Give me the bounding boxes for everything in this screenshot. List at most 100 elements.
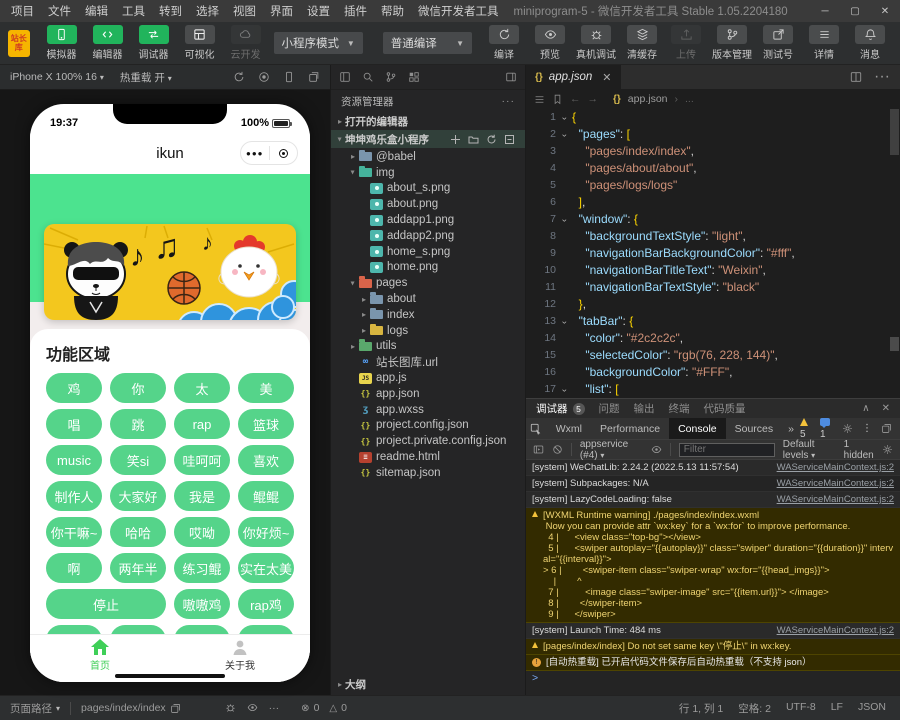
clear-console-icon[interactable] bbox=[552, 444, 563, 455]
tree-item-about.png[interactable]: ▸about.png bbox=[331, 196, 525, 212]
app-button-大家好[interactable]: 大家好 bbox=[110, 481, 166, 511]
menu-item[interactable]: 编辑 bbox=[78, 3, 115, 19]
menu-item[interactable]: 项目 bbox=[4, 3, 41, 19]
files-icon[interactable] bbox=[339, 71, 351, 83]
fold-icon[interactable]: › bbox=[556, 381, 572, 398]
more-actions-icon[interactable]: ··· bbox=[874, 68, 890, 86]
toolbar-button-phone[interactable]: 模拟器 bbox=[40, 25, 84, 61]
code-line[interactable]: 11 "navigationBarTextStyle": "black" bbox=[526, 279, 900, 296]
minimize-button[interactable]: ─ bbox=[810, 0, 840, 22]
git-icon[interactable] bbox=[385, 71, 397, 83]
tree-item-readme.html[interactable]: ▸≡readme.html bbox=[331, 449, 525, 465]
menu-item[interactable]: 转到 bbox=[152, 3, 189, 19]
phone-tab-关于我[interactable]: 关于我 bbox=[170, 635, 310, 674]
toolbar-button-eye[interactable]: 预览 bbox=[528, 25, 572, 61]
toolbar-button-menu[interactable]: 详情 bbox=[802, 25, 846, 61]
code-line[interactable]: 12 }, bbox=[526, 296, 900, 313]
tree-item-app.wxss[interactable]: ▸ʒapp.wxss bbox=[331, 402, 525, 418]
tab-app-json[interactable]: {} app.json ✕ bbox=[526, 65, 621, 89]
app-button-篮球[interactable]: 篮球 bbox=[238, 409, 294, 439]
bookmark-icon[interactable] bbox=[552, 94, 563, 105]
tree-item-utils[interactable]: ▸utils bbox=[331, 339, 525, 355]
app-button-哈哈[interactable]: 哈哈 bbox=[110, 517, 166, 547]
app-button-美[interactable]: 美 bbox=[238, 373, 294, 403]
tree-item-about_s.png[interactable]: ▸about_s.png bbox=[331, 181, 525, 197]
debugger-tab-问题[interactable]: 问题 bbox=[599, 401, 620, 416]
code-line[interactable]: 9 "navigationBarBackgroundColor": "#fff"… bbox=[526, 245, 900, 262]
fold-icon[interactable]: › bbox=[556, 313, 572, 330]
app-button-rap[interactable]: rap bbox=[174, 409, 230, 439]
fold-icon[interactable]: › bbox=[556, 211, 572, 228]
code-line[interactable]: 15 "selectedColor": "rgb(76, 228, 144)", bbox=[526, 347, 900, 364]
refresh-icon[interactable] bbox=[486, 134, 497, 145]
toolbar-button-share[interactable]: 测试号 bbox=[756, 25, 800, 61]
app-button-喜欢[interactable]: 喜欢 bbox=[238, 445, 294, 475]
app-button-跳[interactable]: 跳 bbox=[110, 409, 166, 439]
app-button-我是[interactable]: 我是 bbox=[174, 481, 230, 511]
extensions-icon[interactable] bbox=[408, 71, 420, 83]
menu-item[interactable]: 微信开发者工具 bbox=[411, 3, 506, 19]
context-select[interactable]: appservice (#4) ▾ bbox=[580, 439, 643, 461]
menu-item[interactable]: 视图 bbox=[226, 3, 263, 19]
more-menu-icon[interactable]: ●●● bbox=[241, 149, 269, 158]
menu-item[interactable]: 界面 bbox=[263, 3, 300, 19]
mode-select[interactable]: 小程序模式▼ bbox=[274, 32, 363, 54]
multi-window-icon[interactable] bbox=[308, 71, 320, 83]
devtools-tab-Console[interactable]: Console bbox=[669, 418, 726, 439]
code-line[interactable]: 17› "list": [ bbox=[526, 381, 900, 398]
close-button[interactable]: ✕ bbox=[870, 0, 900, 22]
menu-item[interactable]: 选择 bbox=[189, 3, 226, 19]
warning-count[interactable]: △0 bbox=[329, 702, 347, 714]
code-line[interactable]: 7› "window": { bbox=[526, 211, 900, 228]
statusbar-item-行 1, 列 1[interactable]: 行 1, 列 1 bbox=[679, 701, 723, 716]
phone-tab-首页[interactable]: 首页 bbox=[30, 635, 170, 674]
toolbar-button-swap[interactable]: 调试器 bbox=[132, 25, 176, 61]
app-button-你[interactable]: 你 bbox=[110, 373, 166, 403]
tree-item-addapp2.png[interactable]: ▸addapp2.png bbox=[331, 228, 525, 244]
tree-item-app.js[interactable]: ▸JSapp.js bbox=[331, 370, 525, 386]
kebab-menu-icon[interactable]: ⋮ bbox=[862, 423, 872, 434]
app-button-鸡[interactable]: 鸡 bbox=[46, 373, 102, 403]
code-line[interactable]: 6 ], bbox=[526, 194, 900, 211]
copy-icon[interactable] bbox=[170, 703, 181, 714]
new-folder-icon[interactable] bbox=[468, 134, 479, 145]
tree-item-about[interactable]: ▸about bbox=[331, 291, 525, 307]
forward-arrow-icon[interactable]: → bbox=[588, 93, 599, 105]
fold-icon[interactable]: › bbox=[556, 109, 572, 126]
app-button-练习鲲[interactable]: 练习鲲 bbox=[174, 553, 230, 583]
toolbar-button-bell[interactable]: 消息 bbox=[848, 25, 892, 61]
log-source-link[interactable]: WAServiceMainContext.js:2 bbox=[777, 462, 894, 473]
app-button-鲲鲲[interactable]: 鲲鲲 bbox=[238, 481, 294, 511]
code-line[interactable]: 16 "backgroundColor": "#FFF", bbox=[526, 364, 900, 381]
toolbar-button-code[interactable]: 编辑器 bbox=[86, 25, 130, 61]
toolbar-button-branch[interactable]: 版本管理 bbox=[710, 25, 754, 61]
app-button-唱[interactable]: 唱 bbox=[46, 409, 102, 439]
code-line[interactable]: 5 "pages/logs/logs" bbox=[526, 177, 900, 194]
menu-item[interactable]: 设置 bbox=[300, 3, 337, 19]
menu-item[interactable]: 帮助 bbox=[374, 3, 411, 19]
console-logs[interactable]: [system] WeChatLib: 2.24.2 (2022.5.13 11… bbox=[526, 460, 900, 695]
code-editor[interactable]: 1›{2› "pages": [3 "pages/index/index",4 … bbox=[526, 109, 900, 398]
warning-count[interactable]: 5 bbox=[800, 418, 811, 440]
breadcrumb-more[interactable]: ... bbox=[685, 93, 694, 105]
tree-item-project.private.config.json[interactable]: ▸{}project.private.config.json bbox=[331, 433, 525, 449]
undock-icon[interactable] bbox=[881, 423, 892, 434]
menu-item[interactable]: 工具 bbox=[115, 3, 152, 19]
toolbar-button-refresh[interactable]: 编译 bbox=[482, 25, 526, 61]
app-button-制作人[interactable]: 制作人 bbox=[46, 481, 102, 511]
toolbar-button-layout[interactable]: 可视化 bbox=[178, 25, 222, 61]
banner-image[interactable]: ♪ ♫ ♪ bbox=[44, 224, 296, 320]
app-button-rap鸡[interactable]: rap鸡 bbox=[238, 589, 294, 619]
message-count[interactable]: 1 bbox=[820, 418, 833, 440]
breadcrumb-file[interactable]: app.json bbox=[628, 93, 668, 105]
code-line[interactable]: 8 "backgroundTextStyle": "light", bbox=[526, 228, 900, 245]
code-line[interactable]: 4 "pages/about/about", bbox=[526, 160, 900, 177]
toolbar-button-layers[interactable]: 清缓存 bbox=[620, 25, 664, 61]
console-filter-input[interactable] bbox=[679, 443, 775, 457]
statusbar-item-UTF-8[interactable]: UTF-8 bbox=[786, 701, 816, 716]
console-settings-gear-icon[interactable] bbox=[882, 444, 893, 455]
code-line[interactable]: 3 "pages/index/index", bbox=[526, 143, 900, 160]
code-line[interactable]: 2› "pages": [ bbox=[526, 126, 900, 143]
page-path-select[interactable]: 页面路径▾ bbox=[10, 701, 60, 716]
tree-item-index[interactable]: ▸index bbox=[331, 307, 525, 323]
